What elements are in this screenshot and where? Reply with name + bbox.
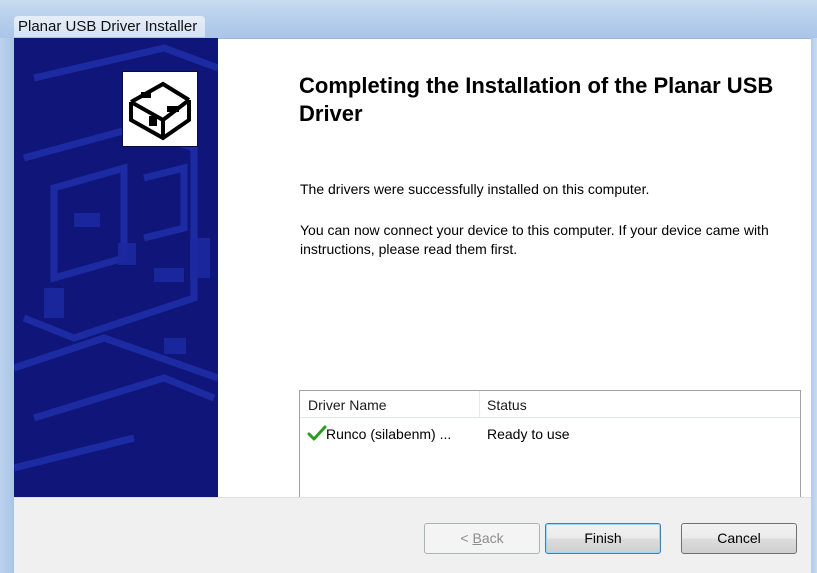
finish-button[interactable]: Finish	[545, 523, 661, 554]
window-frame-right	[811, 38, 817, 573]
page-title: Completing the Installation of the Plana…	[299, 73, 774, 126]
back-label-prefix: <	[460, 530, 473, 546]
green-check-icon	[307, 425, 327, 441]
column-header-status[interactable]: Status	[487, 397, 527, 413]
window-frame-left	[0, 38, 14, 573]
instructions-message: You can now connect your device to this …	[300, 222, 769, 257]
installer-window: Planar USB Driver Installer Completing t…	[0, 0, 817, 573]
back-button[interactable]: < Back	[424, 523, 540, 554]
driver-status-cell: Ready to use	[487, 426, 570, 442]
back-label-accesskey: B	[472, 530, 482, 546]
title-bar[interactable]: Planar USB Driver Installer	[0, 0, 817, 39]
column-divider[interactable]	[479, 391, 480, 417]
column-header-driver-name[interactable]: Driver Name	[308, 397, 387, 413]
cancel-button[interactable]: Cancel	[681, 523, 797, 554]
driver-list[interactable]: Driver Name Status Runco (silabenm) ... …	[299, 390, 801, 497]
wizard-banner	[14, 38, 218, 497]
success-message: The drivers were successfully installed …	[300, 181, 650, 197]
hardware-install-icon	[122, 71, 198, 147]
list-header: Driver Name Status	[300, 391, 800, 418]
table-row[interactable]: Runco (silabenm) ... Ready to use	[300, 425, 800, 445]
window-title: Planar USB Driver Installer	[14, 16, 206, 37]
back-label-rest: ack	[481, 530, 504, 546]
driver-name-cell: Runco (silabenm) ...	[326, 426, 452, 442]
